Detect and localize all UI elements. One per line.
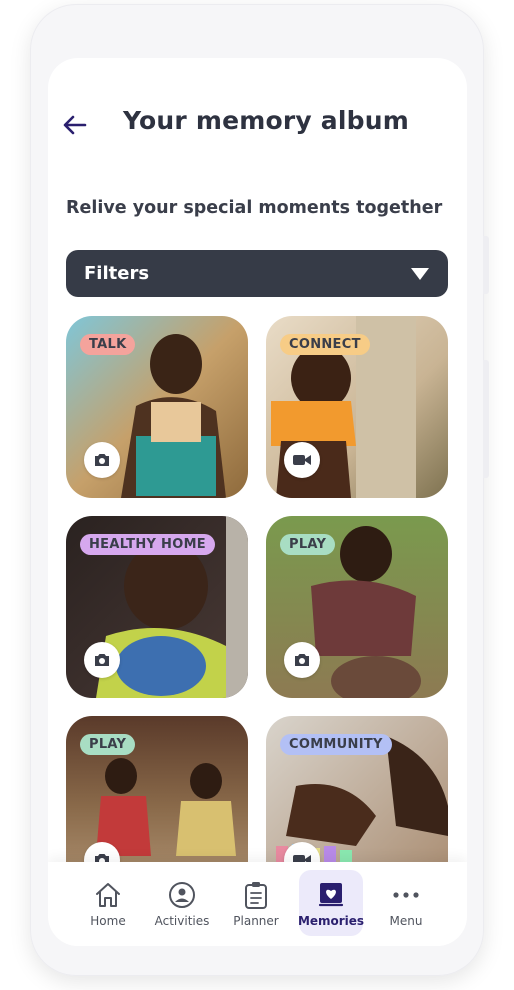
nav-label-home: Home <box>90 914 126 928</box>
camera-icon <box>284 642 320 678</box>
nav-item-activities[interactable]: Activities <box>150 870 214 936</box>
memory-card[interactable]: TALK <box>66 316 248 498</box>
page-title: Your memory album <box>123 106 409 135</box>
nav-item-home[interactable]: Home <box>76 870 140 936</box>
back-arrow-icon <box>63 115 87 135</box>
bottom-navigation: Home Activities Planner Memories Menu <box>48 862 467 946</box>
nav-label-menu: Menu <box>389 914 423 928</box>
video-icon <box>284 442 320 478</box>
more-icon <box>392 880 420 910</box>
nav-label-planner: Planner <box>233 914 279 928</box>
card-tag: PLAY <box>80 734 136 755</box>
memory-grid: TALK CONNECT HEALTHY HOME PLAY PLAY COMM… <box>66 316 448 862</box>
camera-icon <box>84 642 120 678</box>
nav-item-memories[interactable]: Memories <box>297 870 365 936</box>
memory-card[interactable]: CONNECT <box>266 316 448 498</box>
memory-card[interactable]: COMMUNITY <box>266 716 448 862</box>
card-tag: PLAY <box>280 534 336 555</box>
filters-label: Filters <box>84 263 150 284</box>
nav-item-planner[interactable]: Planner <box>224 870 288 936</box>
back-button[interactable] <box>62 112 88 138</box>
page-subtitle: Relive your special moments together <box>66 198 443 218</box>
card-tag: CONNECT <box>280 334 370 355</box>
card-tag: COMMUNITY <box>280 734 392 755</box>
header: Your memory album <box>48 58 467 198</box>
phone-side-button <box>483 236 489 294</box>
card-tag: HEALTHY HOME <box>80 534 215 555</box>
activities-icon <box>168 880 196 910</box>
nav-label-activities: Activities <box>154 914 210 928</box>
camera-icon <box>84 442 120 478</box>
memory-card[interactable]: HEALTHY HOME <box>66 516 248 698</box>
card-tag: TALK <box>80 334 136 355</box>
phone-side-button <box>483 360 489 478</box>
memories-icon <box>318 880 344 910</box>
memory-card[interactable]: PLAY <box>66 716 248 862</box>
memory-card[interactable]: PLAY <box>266 516 448 698</box>
app-screen: Your memory album Relive your special mo… <box>48 58 467 946</box>
filters-dropdown[interactable]: Filters <box>66 250 448 297</box>
nav-item-menu[interactable]: Menu <box>374 870 438 936</box>
chevron-down-icon <box>411 267 429 280</box>
clipboard-icon <box>244 880 268 910</box>
home-icon <box>94 880 122 910</box>
nav-label-memories: Memories <box>297 914 365 928</box>
